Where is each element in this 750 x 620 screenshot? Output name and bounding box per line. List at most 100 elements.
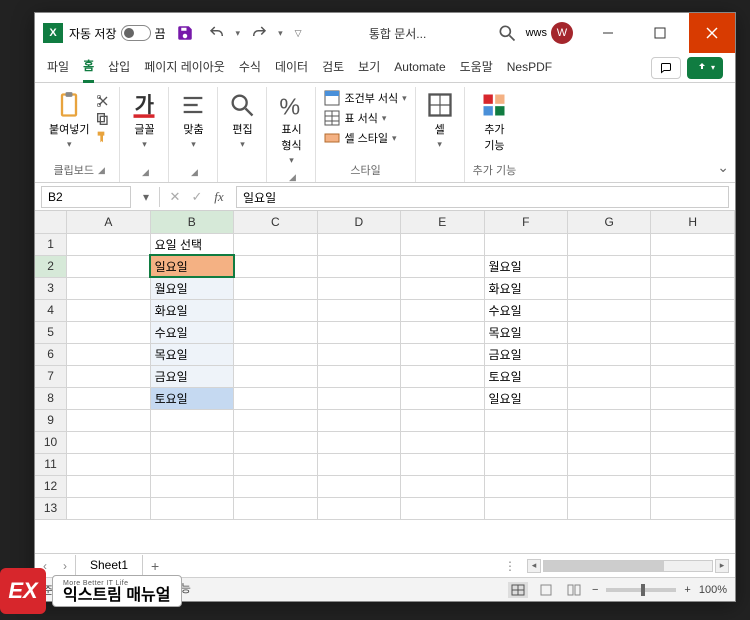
cell[interactable] bbox=[317, 365, 400, 387]
col-header-a[interactable]: A bbox=[67, 211, 150, 233]
tab-formulas[interactable]: 수식 bbox=[239, 54, 261, 81]
cell[interactable] bbox=[567, 475, 650, 497]
cell[interactable] bbox=[317, 233, 400, 255]
cell[interactable]: 화요일 bbox=[484, 277, 567, 299]
cell[interactable]: 일요일 bbox=[484, 387, 567, 409]
tab-help[interactable]: 도움말 bbox=[460, 54, 493, 81]
row-header[interactable]: 8 bbox=[35, 387, 67, 409]
cell[interactable] bbox=[317, 255, 400, 277]
cell[interactable] bbox=[401, 497, 484, 519]
tab-view[interactable]: 보기 bbox=[358, 54, 380, 81]
number-format-button[interactable]: % 표시 형식 ▾ bbox=[275, 89, 307, 168]
account-button[interactable]: wws W bbox=[526, 22, 573, 44]
number-dialog-launcher[interactable]: ◢ bbox=[289, 172, 296, 183]
cell[interactable]: 월요일 bbox=[484, 255, 567, 277]
cell[interactable] bbox=[67, 387, 150, 409]
cell-styles-button[interactable]: 셀 스타일 ▾ bbox=[324, 129, 406, 147]
cell[interactable] bbox=[401, 475, 484, 497]
cell[interactable] bbox=[401, 299, 484, 321]
cells-button[interactable]: 셀 ▾ bbox=[424, 89, 456, 152]
cell[interactable] bbox=[401, 387, 484, 409]
cell[interactable] bbox=[234, 233, 317, 255]
cell[interactable] bbox=[67, 365, 150, 387]
alignment-button[interactable]: 맞춤 ▾ bbox=[177, 89, 209, 152]
cell[interactable] bbox=[484, 431, 567, 453]
col-header-d[interactable]: D bbox=[317, 211, 400, 233]
cell[interactable] bbox=[67, 453, 150, 475]
cell[interactable] bbox=[484, 453, 567, 475]
cell[interactable] bbox=[401, 453, 484, 475]
hscroll-track[interactable] bbox=[543, 560, 713, 572]
row-header[interactable]: 3 bbox=[35, 277, 67, 299]
cell[interactable]: 토요일 bbox=[484, 365, 567, 387]
cell[interactable] bbox=[234, 409, 317, 431]
cell[interactable] bbox=[567, 255, 650, 277]
cell[interactable] bbox=[67, 255, 150, 277]
cell[interactable] bbox=[651, 277, 735, 299]
copy-icon[interactable] bbox=[95, 111, 111, 127]
cell[interactable] bbox=[567, 233, 650, 255]
tab-file[interactable]: 파일 bbox=[47, 54, 69, 81]
maximize-button[interactable] bbox=[637, 13, 683, 53]
cell[interactable] bbox=[651, 409, 735, 431]
hscroll-left-button[interactable]: ◂ bbox=[527, 559, 541, 573]
row-header[interactable]: 12 bbox=[35, 475, 67, 497]
undo-dropdown[interactable]: ▾ bbox=[236, 28, 241, 39]
cell[interactable] bbox=[401, 255, 484, 277]
cell[interactable]: 월요일 bbox=[150, 277, 233, 299]
cell[interactable] bbox=[484, 475, 567, 497]
cell[interactable] bbox=[150, 431, 233, 453]
row-header[interactable]: 9 bbox=[35, 409, 67, 431]
col-header-f[interactable]: F bbox=[484, 211, 567, 233]
cell[interactable] bbox=[567, 453, 650, 475]
cell[interactable] bbox=[567, 277, 650, 299]
cell[interactable] bbox=[401, 409, 484, 431]
comments-button[interactable] bbox=[651, 57, 681, 79]
formula-input[interactable]: 일요일 bbox=[236, 186, 729, 208]
cell[interactable] bbox=[234, 497, 317, 519]
cell[interactable] bbox=[234, 365, 317, 387]
cell[interactable]: 요일 선택 bbox=[150, 233, 233, 255]
tab-home[interactable]: 홈 bbox=[83, 53, 94, 83]
cell[interactable] bbox=[317, 409, 400, 431]
editing-button[interactable]: 편집 ▾ bbox=[226, 89, 258, 152]
cell[interactable] bbox=[567, 365, 650, 387]
tab-automate[interactable]: Automate bbox=[394, 56, 445, 80]
cell[interactable] bbox=[484, 233, 567, 255]
cell[interactable] bbox=[67, 409, 150, 431]
enter-formula-button[interactable]: ✓ bbox=[186, 186, 208, 208]
undo-button[interactable] bbox=[204, 20, 230, 46]
cell[interactable] bbox=[651, 255, 735, 277]
cell[interactable] bbox=[67, 497, 150, 519]
zoom-out-button[interactable]: − bbox=[592, 584, 598, 596]
cell[interactable]: 금요일 bbox=[150, 365, 233, 387]
hscroll-right-button[interactable]: ▸ bbox=[715, 559, 729, 573]
cell[interactable] bbox=[651, 387, 735, 409]
cell[interactable] bbox=[651, 299, 735, 321]
tab-data[interactable]: 데이터 bbox=[275, 54, 308, 81]
zoom-slider[interactable] bbox=[606, 588, 676, 592]
row-header[interactable]: 10 bbox=[35, 431, 67, 453]
cell[interactable] bbox=[317, 475, 400, 497]
cell[interactable] bbox=[234, 321, 317, 343]
cell[interactable] bbox=[401, 431, 484, 453]
minimize-button[interactable] bbox=[585, 13, 631, 53]
row-header[interactable]: 11 bbox=[35, 453, 67, 475]
cell[interactable] bbox=[67, 277, 150, 299]
cell[interactable] bbox=[651, 497, 735, 519]
cell[interactable] bbox=[234, 453, 317, 475]
search-button[interactable] bbox=[494, 20, 520, 46]
col-header-e[interactable]: E bbox=[401, 211, 484, 233]
cell[interactable] bbox=[401, 321, 484, 343]
view-normal-button[interactable] bbox=[508, 582, 528, 598]
cell[interactable] bbox=[67, 299, 150, 321]
cell[interactable] bbox=[651, 475, 735, 497]
table-format-button[interactable]: 표 서식 ▾ bbox=[324, 109, 406, 127]
cell[interactable]: 목요일 bbox=[484, 321, 567, 343]
cell[interactable] bbox=[567, 497, 650, 519]
row-header[interactable]: 13 bbox=[35, 497, 67, 519]
tab-page-layout[interactable]: 페이지 레이아웃 bbox=[144, 54, 225, 81]
cell[interactable] bbox=[317, 497, 400, 519]
cell[interactable] bbox=[651, 431, 735, 453]
font-button[interactable]: 가 글꼴 ▾ bbox=[128, 89, 160, 152]
